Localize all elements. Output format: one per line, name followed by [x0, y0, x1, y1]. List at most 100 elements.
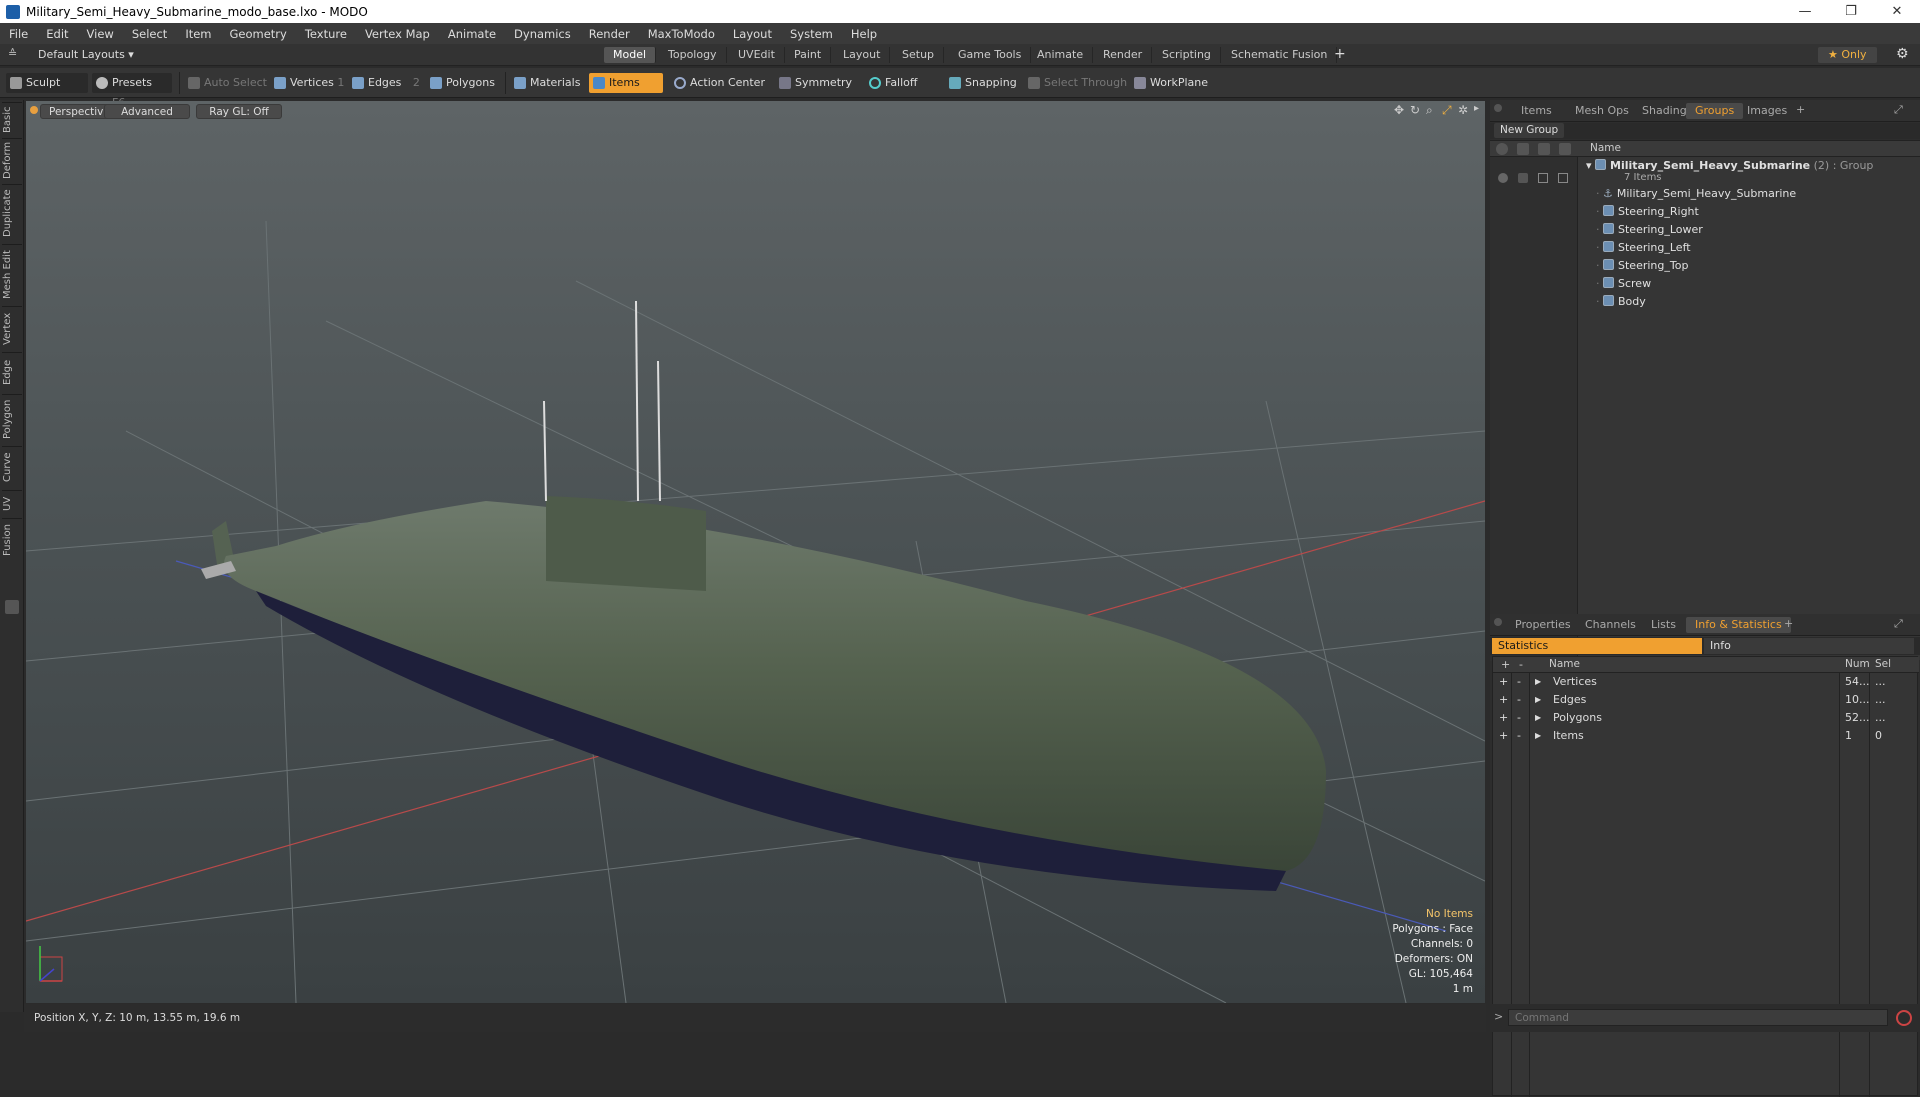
collapse-minus-icon[interactable]: -: [1517, 673, 1521, 691]
tab-mesh-edit[interactable]: Mesh Edit: [2, 244, 22, 304]
expand-plus-icon[interactable]: +: [1499, 691, 1508, 709]
collapse-arrow-icon[interactable]: ▾: [1586, 159, 1595, 172]
layout-preset-dropdown[interactable]: Default Layouts ▾: [38, 48, 134, 61]
record-macro-icon[interactable]: [1896, 1010, 1912, 1026]
tab-info-statistics[interactable]: Info & Statistics: [1686, 617, 1791, 633]
collapse-minus-icon[interactable]: -: [1517, 709, 1521, 727]
menu-help[interactable]: Help: [842, 27, 886, 41]
move-view-icon[interactable]: ✥: [1394, 103, 1404, 117]
fit-view-icon[interactable]: ⤢: [1442, 103, 1452, 118]
tree-item-steering-left[interactable]: · Steering_Left: [1596, 239, 1920, 257]
tab-mesh-ops[interactable]: Mesh Ops: [1566, 103, 1638, 119]
tab-uv[interactable]: UV: [2, 490, 22, 516]
auto-select-button[interactable]: Auto Select: [184, 73, 273, 93]
statistics-subtab[interactable]: Statistics: [1492, 638, 1702, 654]
tab-render[interactable]: Render: [1094, 47, 1153, 63]
falloff-button[interactable]: Falloff: [865, 73, 923, 93]
tab-groups[interactable]: Groups: [1686, 103, 1744, 119]
stat-row-polygons[interactable]: + - ▶ Polygons 52......: [1493, 709, 1919, 727]
lock-column-icon[interactable]: [1517, 143, 1529, 155]
tree-item-body[interactable]: · Body: [1596, 293, 1920, 311]
group-lock-toggle[interactable]: [1518, 173, 1528, 183]
menu-layout[interactable]: Layout: [724, 27, 781, 41]
menu-file[interactable]: File: [0, 27, 37, 41]
menu-maxtomodo[interactable]: MaxToModo: [639, 27, 724, 41]
menu-system[interactable]: System: [781, 27, 842, 41]
tree-item-steering-lower[interactable]: · Steering_Lower: [1596, 221, 1920, 239]
layout-collapse-icon[interactable]: ≙: [8, 47, 17, 60]
command-input[interactable]: [1508, 1009, 1888, 1026]
expand-plus-icon[interactable]: +: [1499, 727, 1508, 745]
items-button[interactable]: Items: [589, 73, 663, 93]
minimize-button[interactable]: —: [1782, 0, 1828, 23]
group-visibility-toggle[interactable]: [1498, 173, 1508, 183]
visibility-column-icon[interactable]: [1496, 143, 1508, 155]
tab-properties[interactable]: Properties: [1506, 617, 1580, 633]
zoom-view-icon[interactable]: ⌕: [1426, 103, 1433, 118]
workplane-button[interactable]: WorkPlane: [1130, 73, 1214, 93]
add-tab-button[interactable]: +: [1334, 46, 1346, 62]
gear-icon[interactable]: ⚙: [1896, 46, 1909, 62]
add-panel-tab-button[interactable]: +: [1784, 617, 1793, 630]
tab-fusion[interactable]: Fusion: [2, 518, 22, 562]
tab-game-tools[interactable]: Game Tools: [949, 47, 1032, 63]
tab-edge[interactable]: Edge: [2, 352, 22, 392]
menu-animate[interactable]: Animate: [439, 27, 505, 41]
advanced-dropdown[interactable]: Advanced: [104, 104, 190, 119]
rotate-view-icon[interactable]: ↻: [1410, 103, 1420, 117]
menu-dynamics[interactable]: Dynamics: [505, 27, 580, 41]
info-subtab[interactable]: Info: [1704, 638, 1914, 654]
tab-deform[interactable]: Deform: [2, 138, 22, 182]
tab-paint[interactable]: Paint: [785, 47, 832, 63]
collapse-minus-icon[interactable]: -: [1517, 691, 1521, 709]
viewport-menu-icon[interactable]: [30, 106, 38, 114]
expand-panel-icon[interactable]: ⤢: [1894, 103, 1903, 117]
tab-layout[interactable]: Layout: [834, 47, 891, 63]
presets-button[interactable]: Presets F6: [92, 73, 172, 109]
tab-duplicate[interactable]: Duplicate: [2, 184, 22, 242]
menu-edit[interactable]: Edit: [37, 27, 77, 41]
menu-view[interactable]: View: [78, 27, 123, 41]
menu-select[interactable]: Select: [123, 27, 176, 41]
tree-item-steering-right[interactable]: · Steering_Right: [1596, 203, 1920, 221]
tab-model[interactable]: Model: [604, 47, 657, 63]
stat-row-items[interactable]: + - ▶ Items 1 0: [1493, 727, 1919, 745]
stat-row-edges[interactable]: + - ▶ Edges 10......: [1493, 691, 1919, 709]
menu-vertex-map[interactable]: Vertex Map: [356, 27, 439, 41]
select-through-button[interactable]: Select Through: [1024, 73, 1133, 93]
panel-menu-icon[interactable]: [1494, 618, 1502, 626]
group-select-checkbox[interactable]: [1558, 173, 1568, 183]
materials-button[interactable]: Materials: [510, 73, 586, 93]
close-button[interactable]: ✕: [1874, 0, 1920, 23]
symmetry-button[interactable]: Symmetry: [775, 73, 858, 93]
menu-texture[interactable]: Texture: [296, 27, 356, 41]
tab-channels[interactable]: Channels: [1576, 617, 1645, 633]
expand-plus-icon[interactable]: +: [1499, 673, 1508, 691]
vertices-button[interactable]: Vertices 1: [270, 73, 350, 93]
tab-schematic-fusion[interactable]: Schematic Fusion: [1222, 47, 1338, 63]
viewport-settings-icon[interactable]: ✲: [1458, 103, 1468, 117]
collapse-minus-icon[interactable]: -: [1517, 727, 1521, 745]
3d-viewport[interactable]: Perspective Advanced Ray GL: Off ✥ ↻ ⌕ ⤢…: [26, 101, 1485, 1003]
expand-arrow-icon[interactable]: ▶: [1535, 709, 1541, 727]
action-center-button[interactable]: Action Center: [670, 73, 771, 93]
tab-polygon[interactable]: Polygon: [2, 394, 22, 444]
expand-arrow-icon[interactable]: ▶: [1535, 691, 1541, 709]
menu-geometry[interactable]: Geometry: [221, 27, 296, 41]
tab-curve[interactable]: Curve: [2, 446, 22, 488]
tab-setup[interactable]: Setup: [893, 47, 945, 63]
expand-arrow-icon[interactable]: ▶: [1535, 673, 1541, 691]
tab-basic[interactable]: Basic: [2, 102, 22, 136]
new-group-button[interactable]: New Group: [1494, 123, 1565, 138]
expand-arrow-icon[interactable]: ▶: [1535, 727, 1541, 745]
tab-images[interactable]: Images: [1738, 103, 1796, 119]
tabs-expand-icon[interactable]: [5, 600, 19, 614]
tab-animate[interactable]: Animate: [1028, 47, 1094, 63]
panel-menu-icon[interactable]: [1494, 104, 1502, 112]
maximize-button[interactable]: ❐: [1828, 0, 1874, 23]
group-render-checkbox[interactable]: [1538, 173, 1548, 183]
tab-uvedit[interactable]: UVEdit: [729, 47, 785, 63]
tab-topology[interactable]: Topology: [659, 47, 727, 63]
select-column-icon[interactable]: [1559, 143, 1571, 155]
stat-row-vertices[interactable]: + - ▶ Vertices 54......: [1493, 673, 1919, 691]
